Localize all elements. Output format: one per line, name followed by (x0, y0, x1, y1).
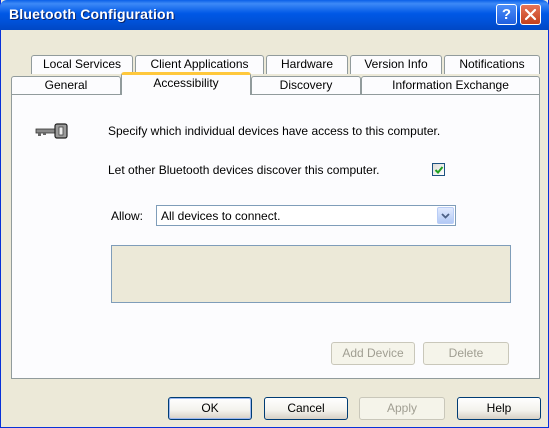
tab-notifications[interactable]: Notifications (444, 55, 540, 74)
help-glyph: ? (501, 6, 512, 23)
access-description: Specify which individual devices have ac… (108, 124, 441, 138)
chevron-down-icon (441, 213, 450, 219)
window-title: Bluetooth Configuration (9, 6, 175, 22)
tab-accessibility[interactable]: Accessibility (121, 72, 251, 95)
allow-dropdown-value: All devices to connect. (161, 209, 281, 223)
title-bar[interactable]: Bluetooth Configuration ? (0, 0, 549, 30)
discover-checkbox[interactable] (432, 163, 445, 176)
dialog-window: Bluetooth Configuration ? Local Services… (0, 0, 549, 428)
tab-general[interactable]: General (11, 76, 121, 95)
close-icon (524, 8, 537, 21)
allow-label: Allow: (111, 209, 144, 223)
help-button[interactable]: Help (457, 397, 541, 420)
allow-dropdown-button[interactable] (437, 207, 454, 224)
ok-button[interactable]: OK (168, 397, 252, 420)
cancel-button[interactable]: Cancel (264, 397, 348, 420)
tab-version-info[interactable]: Version Info (350, 55, 442, 74)
delete-button[interactable]: Delete (423, 342, 509, 365)
tab-information-exchange[interactable]: Information Exchange (361, 76, 540, 95)
apply-button[interactable]: Apply (359, 397, 445, 420)
key-icon (35, 123, 68, 139)
tab-hardware[interactable]: Hardware (266, 55, 348, 74)
device-list[interactable] (111, 245, 511, 303)
help-title-button[interactable]: ? (496, 4, 517, 25)
discover-label: Let other Bluetooth devices discover thi… (108, 163, 380, 177)
check-icon (434, 166, 444, 174)
close-button[interactable] (520, 4, 541, 25)
tab-discovery[interactable]: Discovery (251, 76, 361, 95)
tab-local-services[interactable]: Local Services (31, 55, 133, 74)
allow-dropdown[interactable]: All devices to connect. (156, 205, 456, 226)
add-device-button[interactable]: Add Device (331, 342, 415, 365)
